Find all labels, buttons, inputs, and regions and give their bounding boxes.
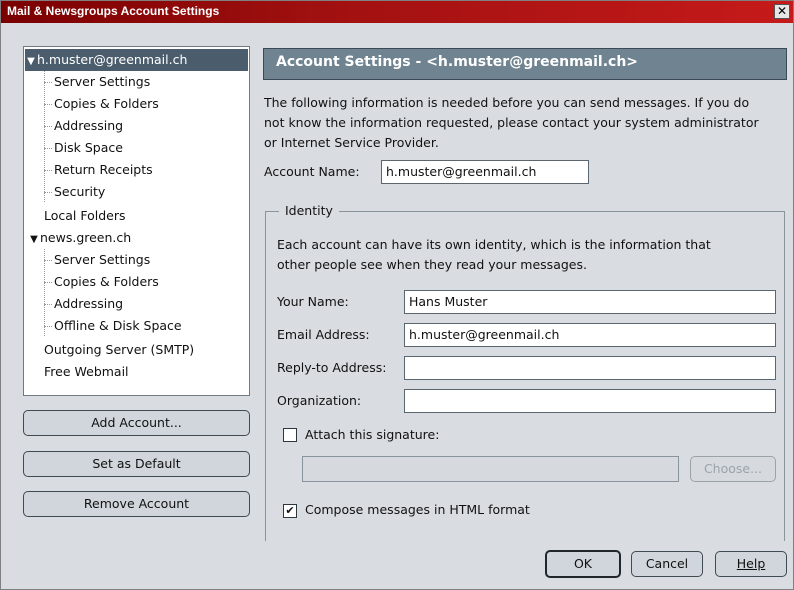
tree-connector [44,170,52,171]
panel-header: Account Settings - <h.muster@greenmail.c… [263,48,787,80]
compose-html-label: Compose messages in HTML format [305,502,530,517]
title-bar: Mail & Newsgroups Account Settings ✕ [1,1,793,23]
tree-account-label: h.muster@greenmail.ch [37,52,188,67]
help-button[interactable]: Help [715,551,787,577]
email-address-input[interactable]: h.muster@greenmail.ch [404,323,776,347]
account-name-label: Account Name: [264,164,360,179]
tree-item-free-webmail[interactable]: Free Webmail [44,361,129,383]
page-title: Account Settings - <h.muster@greenmail.c… [276,54,639,70]
attach-signature-checkbox[interactable] [283,428,297,442]
organization-input[interactable] [404,389,776,413]
tree-connector [44,71,45,202]
tree-item-addressing[interactable]: Addressing [54,293,123,315]
tree-connector [44,104,52,105]
add-account-button[interactable]: Add Account... [23,410,250,436]
tree-item-server-settings[interactable]: Server Settings [54,71,150,93]
account-settings-window: Mail & Newsgroups Account Settings ✕ ▼ h.… [0,0,794,590]
choose-signature-button[interactable]: Choose... [690,456,776,482]
compose-html-checkbox[interactable]: ✔ [283,504,297,518]
tree-item-disk-space[interactable]: Disk Space [54,137,123,159]
check-mark-icon: ✔ [285,504,295,517]
tree-connector [44,82,52,83]
window-title: Mail & Newsgroups Account Settings [7,4,220,18]
intro-text-line: not know the information requested, plea… [264,115,759,130]
tree-item-addressing[interactable]: Addressing [54,115,123,137]
intro-text-line: The following information is needed befo… [264,95,750,110]
tree-connector [44,260,52,261]
account-name-input[interactable]: h.muster@greenmail.ch [381,160,589,184]
reply-to-label: Reply-to Address: [277,360,387,375]
tree-item-security[interactable]: Security [54,181,105,203]
tree-account-news[interactable]: ▼ news.green.ch [28,227,131,249]
email-address-label: Email Address: [277,327,370,342]
identity-description-line: Each account can have its own identity, … [277,237,711,252]
tree-item-copies-folders[interactable]: Copies & Folders [54,271,159,293]
signature-path-input[interactable] [302,456,679,482]
tree-connector [44,249,45,336]
remove-account-button[interactable]: Remove Account [23,491,250,517]
attach-signature-label: Attach this signature: [305,427,440,442]
set-as-default-button[interactable]: Set as Default [23,451,250,477]
tree-item-local-folders[interactable]: Local Folders [44,205,126,227]
tree-connector [44,148,52,149]
ok-button[interactable]: OK [545,550,621,578]
tree-item-outgoing-server[interactable]: Outgoing Server (SMTP) [44,339,194,361]
reply-to-input[interactable] [404,356,776,380]
identity-legend: Identity [279,203,339,219]
intro-text-line: or Internet Service Provider. [264,135,439,150]
cancel-button[interactable]: Cancel [631,551,703,577]
tree-item-copies-folders[interactable]: Copies & Folders [54,93,159,115]
your-name-label: Your Name: [277,294,349,309]
tree-account-greenmail[interactable]: ▼ h.muster@greenmail.ch [25,49,248,71]
tree-connector [44,192,52,193]
tree-connector [44,126,52,127]
expanded-triangle-icon[interactable]: ▼ [28,229,40,251]
identity-description-line: other people see when they read your mes… [277,257,587,272]
tree-item-return-receipts[interactable]: Return Receipts [54,159,153,181]
expanded-triangle-icon[interactable]: ▼ [25,51,37,73]
tree-connector [44,282,52,283]
account-tree[interactable]: ▼ h.muster@greenmail.ch Server Settings C… [23,46,250,396]
organization-label: Organization: [277,393,362,408]
your-name-input[interactable]: Hans Muster [404,290,776,314]
tree-connector [44,326,52,327]
tree-account-label: news.green.ch [40,230,132,245]
close-icon[interactable]: ✕ [774,4,790,19]
tree-item-server-settings[interactable]: Server Settings [54,249,150,271]
tree-connector [44,304,52,305]
tree-item-offline-disk-space[interactable]: Offline & Disk Space [54,315,182,337]
